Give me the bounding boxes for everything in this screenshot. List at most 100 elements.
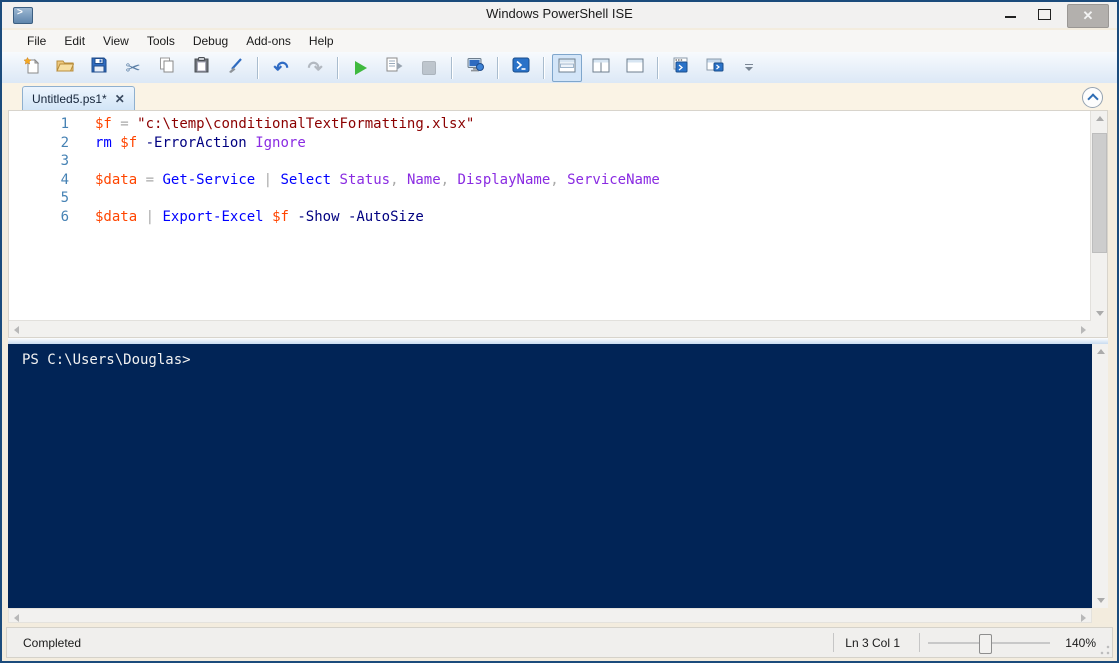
code-line[interactable]: 2 rm $f -ErrorAction Ignore bbox=[9, 134, 1091, 153]
minimize-icon bbox=[1004, 16, 1016, 18]
new-remote-powershell-tab-icon bbox=[466, 57, 485, 78]
new-script-button[interactable] bbox=[16, 54, 46, 82]
editor-horizontal-scrollbar[interactable] bbox=[9, 320, 1091, 337]
console-vertical-scrollbar[interactable] bbox=[1092, 344, 1108, 608]
scroll-left-arrow-icon[interactable] bbox=[14, 326, 19, 334]
editor-vertical-scrollbar[interactable] bbox=[1090, 111, 1107, 321]
scroll-right-arrow-icon[interactable] bbox=[1081, 614, 1086, 622]
script-pane-right-layout-icon bbox=[592, 58, 610, 78]
copy-icon bbox=[159, 57, 175, 78]
start-powershell-button[interactable] bbox=[506, 54, 536, 82]
run-script-button[interactable] bbox=[346, 54, 376, 82]
start-powershell-icon bbox=[512, 57, 530, 78]
maximize-button[interactable] bbox=[1029, 2, 1059, 26]
copy-button[interactable] bbox=[152, 54, 182, 82]
window-title: Windows PowerShell ISE bbox=[486, 6, 633, 21]
toolbar-separator bbox=[337, 56, 339, 79]
console-prompt: PS C:\Users\Douglas> bbox=[22, 352, 191, 368]
tab-untitled5[interactable]: Untitled5.ps1* ✕ bbox=[22, 86, 135, 110]
scroll-right-arrow-icon[interactable] bbox=[1081, 326, 1086, 334]
maximize-icon bbox=[1037, 8, 1051, 20]
line-number: 1 bbox=[60, 116, 69, 132]
line-number: 2 bbox=[60, 134, 69, 151]
scroll-left-arrow-icon[interactable] bbox=[14, 614, 19, 622]
code-line[interactable]: 1 $f = "c:\temp\conditionalTextFormatting… bbox=[9, 115, 1091, 134]
new-remote-powershell-tab-button[interactable] bbox=[460, 54, 490, 82]
scroll-down-arrow-icon[interactable] bbox=[1096, 311, 1104, 316]
minimize-button[interactable] bbox=[995, 2, 1025, 26]
zoom-slider-thumb[interactable] bbox=[979, 634, 993, 654]
paste-clipboard-icon bbox=[194, 57, 209, 78]
menu-item-view[interactable]: View bbox=[94, 32, 138, 50]
scrollbar-corner bbox=[1091, 321, 1107, 337]
menu-item-debug[interactable]: Debug bbox=[184, 32, 237, 50]
run-selection-button[interactable] bbox=[380, 54, 410, 82]
save-icon bbox=[91, 57, 107, 78]
redo-button[interactable]: ↷ bbox=[300, 54, 330, 82]
scroll-up-arrow-icon[interactable] bbox=[1097, 349, 1105, 354]
code-line[interactable]: 5 bbox=[9, 189, 1091, 208]
status-separator bbox=[833, 633, 834, 652]
stop-operation-button[interactable] bbox=[414, 54, 444, 82]
code-text: $data | Export-Excel $f -Show -AutoSize bbox=[95, 208, 424, 225]
new-powershell-tab-button[interactable] bbox=[666, 54, 696, 82]
script-editor-pane[interactable]: 1 $f = "c:\temp\conditionalTextFormatting… bbox=[8, 110, 1108, 338]
menu-bar: File Edit View Tools Debug Add-ons Help bbox=[2, 30, 1117, 52]
powershell-window-button[interactable] bbox=[700, 54, 730, 82]
new-powershell-tab-icon bbox=[672, 57, 690, 78]
script-pane-maximized-layout-icon bbox=[626, 58, 644, 78]
menu-item-help[interactable]: Help bbox=[300, 32, 343, 50]
scroll-down-arrow-icon[interactable] bbox=[1097, 598, 1105, 603]
zoom-slider[interactable] bbox=[928, 634, 1050, 654]
toolbar-separator bbox=[257, 56, 259, 79]
menu-item-add-ons[interactable]: Add-ons bbox=[237, 32, 300, 50]
toolbar-overflow-button[interactable] bbox=[734, 54, 764, 82]
new-script-icon bbox=[22, 56, 40, 79]
cut-button[interactable]: ✂ bbox=[118, 54, 148, 82]
script-pane-collapse-button[interactable] bbox=[1082, 87, 1103, 108]
scroll-up-arrow-icon[interactable] bbox=[1096, 116, 1104, 121]
menu-item-tools[interactable]: Tools bbox=[138, 32, 184, 50]
line-number: 4 bbox=[60, 171, 69, 188]
run-selection-icon bbox=[386, 57, 404, 78]
redo-arrow-icon: ↷ bbox=[307, 57, 323, 78]
clear-console-button[interactable] bbox=[220, 54, 250, 82]
code-area[interactable]: 1 $f = "c:\temp\conditionalTextFormatting… bbox=[9, 111, 1091, 321]
editor-scrollbar-thumb[interactable] bbox=[1092, 133, 1107, 253]
status-separator bbox=[919, 633, 920, 652]
show-script-pane-right-button[interactable] bbox=[586, 54, 616, 82]
menu-item-edit[interactable]: Edit bbox=[55, 32, 94, 50]
code-line[interactable]: 3 bbox=[9, 152, 1091, 171]
toolbar-separator bbox=[497, 56, 499, 79]
show-script-pane-top-button[interactable] bbox=[552, 53, 582, 82]
console-horizontal-scrollbar[interactable] bbox=[8, 608, 1092, 623]
title-bar: Windows PowerShell ISE ✕ bbox=[2, 2, 1117, 28]
paste-button[interactable] bbox=[186, 54, 216, 82]
code-line[interactable]: 4 $data = Get-Service | Select Status, Na… bbox=[9, 171, 1091, 190]
close-button[interactable]: ✕ bbox=[1067, 4, 1109, 28]
open-script-button[interactable] bbox=[50, 54, 80, 82]
menu-item-file[interactable]: File bbox=[18, 32, 55, 50]
stop-operation-icon bbox=[422, 60, 436, 75]
status-bar: Completed Ln 3 Col 1 140% bbox=[6, 627, 1113, 658]
show-script-pane-maximized-button[interactable] bbox=[620, 54, 650, 82]
status-state: Completed bbox=[23, 636, 82, 650]
toolbar-separator bbox=[451, 56, 453, 79]
script-pane-top-layout-icon bbox=[558, 58, 576, 78]
save-script-button[interactable] bbox=[84, 54, 114, 82]
tab-close-icon[interactable]: ✕ bbox=[115, 92, 125, 106]
tab-strip: Untitled5.ps1* ✕ bbox=[2, 83, 1117, 110]
powershell-ise-window: Windows PowerShell ISE ✕ FileEditViewToo… bbox=[0, 0, 1119, 663]
console-output[interactable]: PS C:\Users\Douglas> bbox=[8, 344, 1092, 608]
code-line[interactable]: 6 $data | Export-Excel $f -Show -AutoSize bbox=[9, 208, 1091, 227]
zoom-level: 140% bbox=[1065, 636, 1096, 650]
undo-button[interactable]: ↶ bbox=[266, 54, 296, 82]
toolbar-overflow-icon bbox=[745, 63, 753, 72]
undo-arrow-icon: ↶ bbox=[273, 57, 289, 78]
console-pane[interactable]: PS C:\Users\Douglas> bbox=[8, 344, 1108, 608]
powershell-window-icon bbox=[706, 57, 724, 78]
resize-grip[interactable] bbox=[1100, 645, 1110, 655]
clear-console-icon bbox=[227, 57, 244, 78]
